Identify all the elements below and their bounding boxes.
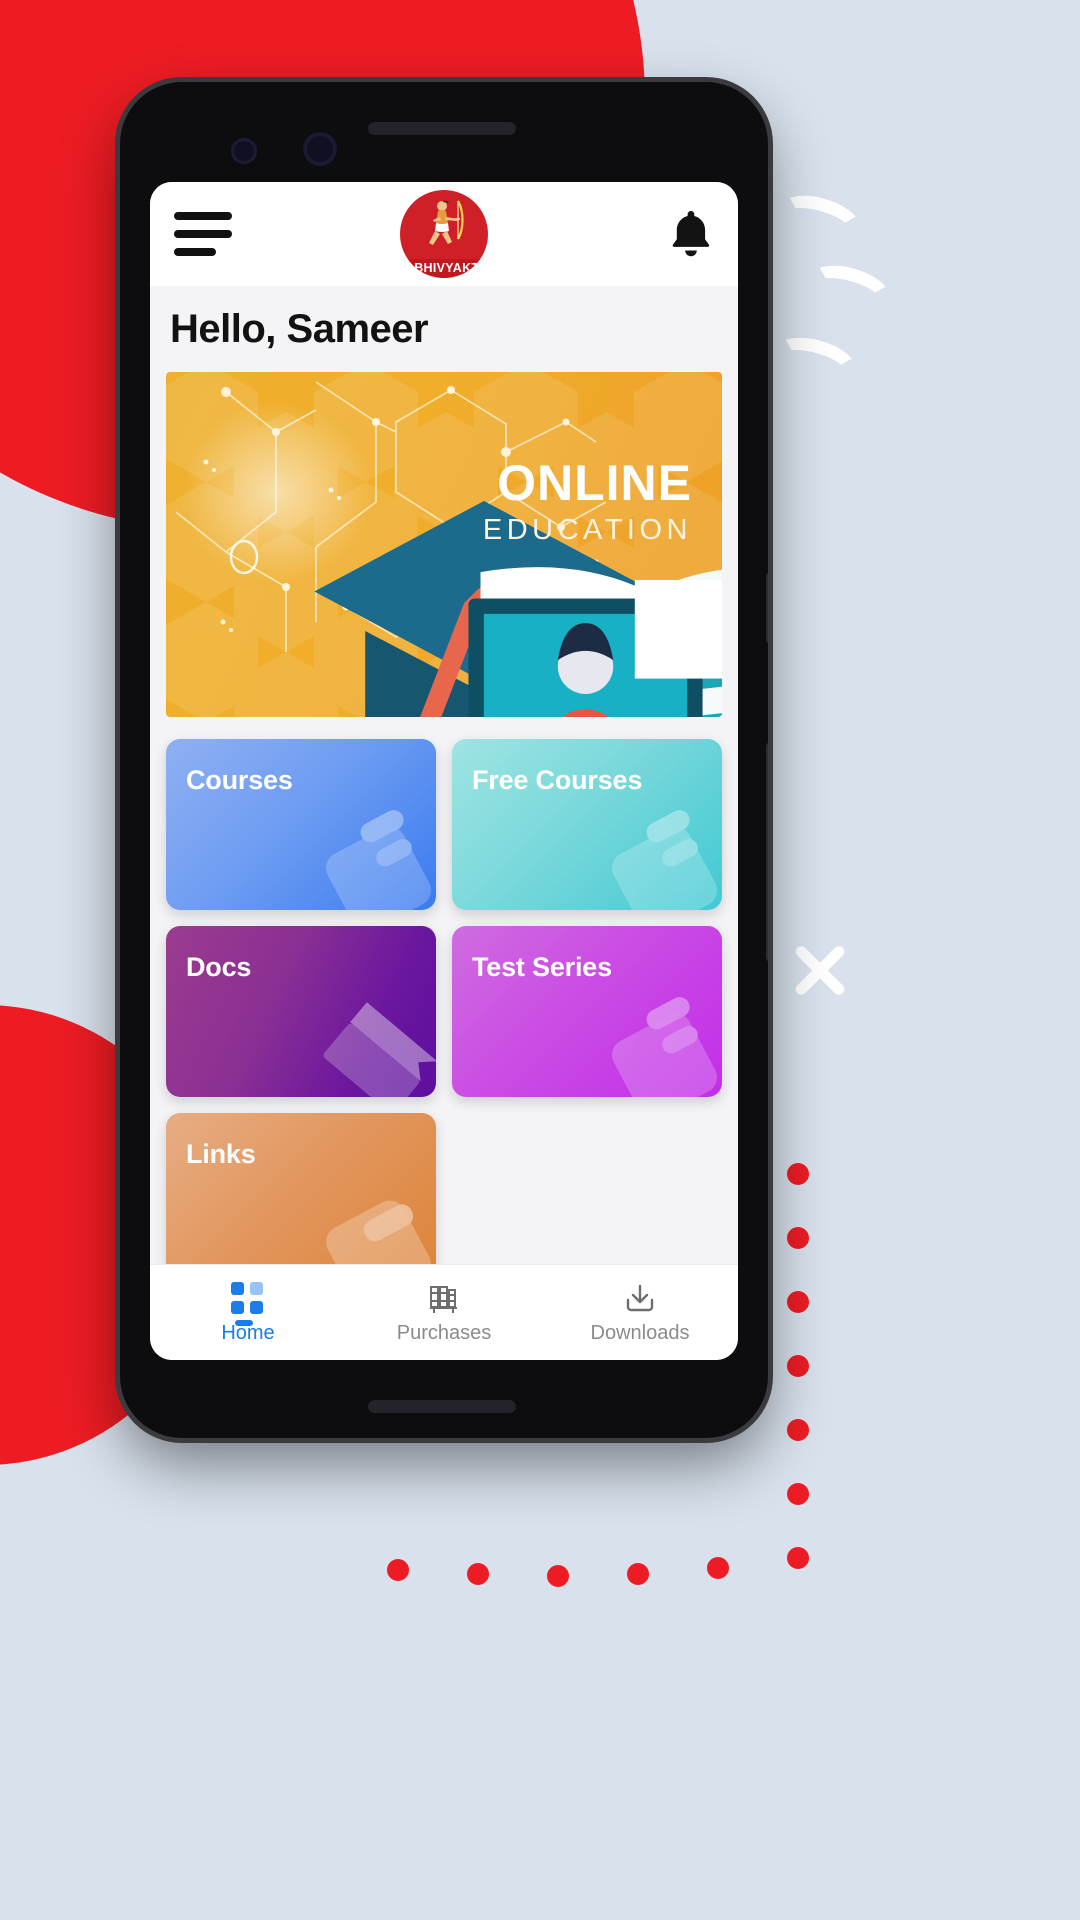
greeting-section: Hello, Sameer	[150, 286, 738, 372]
wave-decoration-1	[771, 186, 867, 254]
front-camera-secondary	[231, 138, 257, 164]
close-x-icon	[788, 938, 852, 1002]
dot-decoration	[787, 1291, 809, 1313]
greeting-text: Hello, Sameer	[170, 306, 429, 351]
phone-device-frame: ABHIVYAKTI Hello, Sameer ONLINE EDUCATIO…	[120, 82, 768, 1438]
dot-decoration	[787, 1483, 809, 1505]
wave-decoration-2	[801, 256, 897, 324]
bell-glyph	[672, 211, 710, 257]
book-card-icon	[591, 980, 722, 1097]
dot-decoration	[787, 1419, 809, 1441]
phone-chin-speaker	[368, 1400, 516, 1413]
banner-subtitle: EDUCATION	[482, 514, 692, 546]
book-card-icon	[305, 793, 436, 910]
download-icon	[622, 1281, 658, 1317]
books-glyph	[430, 1285, 457, 1313]
tile-label: Docs	[186, 952, 252, 982]
dot-decoration	[547, 1565, 569, 1587]
app-screen: ABHIVYAKTI Hello, Sameer ONLINE EDUCATIO…	[150, 182, 738, 1360]
tile-courses[interactable]: Courses	[166, 739, 436, 910]
tile-links[interactable]: Links	[166, 1113, 436, 1264]
dot-decoration	[467, 1563, 489, 1585]
category-grid: Courses Free Courses Docs Test Series Li…	[166, 739, 722, 1264]
dot-decoration	[387, 1559, 409, 1581]
online-education-banner[interactable]: ONLINE EDUCATION	[166, 372, 722, 717]
archer-figure-icon	[429, 200, 464, 245]
nav-label: Purchases	[396, 1321, 492, 1344]
tile-free-courses[interactable]: Free Courses	[452, 739, 722, 910]
dot-decoration	[707, 1557, 729, 1579]
dot-decoration	[627, 1563, 649, 1585]
tile-label: Links	[186, 1139, 256, 1169]
brand-name-label: ABHIVYAKTI	[400, 259, 488, 278]
nav-label: Downloads	[590, 1321, 690, 1344]
hamburger-menu-icon[interactable]	[174, 212, 234, 256]
tile-label: Test Series	[472, 952, 612, 982]
books-icon	[426, 1281, 462, 1317]
tile-test-series[interactable]: Test Series	[452, 926, 722, 1097]
power-button[interactable]	[766, 572, 768, 644]
tile-label: Free Courses	[472, 765, 643, 795]
link-card-icon	[305, 1167, 436, 1264]
earpiece-speaker	[368, 122, 516, 135]
volume-button[interactable]	[766, 742, 768, 962]
wave-decoration-3	[767, 328, 863, 396]
desktop-student-icon	[468, 580, 722, 717]
abhivyakti-logo-icon[interactable]: ABHIVYAKTI	[400, 190, 488, 278]
bookmark-glyph	[323, 1002, 436, 1097]
dot-decoration	[787, 1163, 809, 1185]
app-bar: ABHIVYAKTI	[150, 182, 738, 286]
bookmark-icon	[299, 974, 436, 1097]
bottom-navigation-bar: Home Purchases Downloads	[150, 1264, 738, 1360]
nav-item-downloads[interactable]: Downloads	[542, 1281, 738, 1345]
front-camera-primary	[303, 132, 337, 166]
bell-icon[interactable]	[654, 208, 714, 260]
banner-text-block: ONLINE EDUCATION	[483, 458, 692, 547]
banner-title: ONLINE	[497, 455, 692, 511]
grid-icon	[231, 1281, 265, 1326]
tile-label: Courses	[186, 765, 293, 795]
tile-docs[interactable]: Docs	[166, 926, 436, 1097]
download-glyph	[626, 1284, 654, 1311]
nav-item-home[interactable]: Home	[150, 1281, 346, 1345]
main-content: ONLINE EDUCATION Courses Free Courses Do…	[150, 372, 738, 1264]
dot-decoration	[787, 1547, 809, 1569]
book-card-icon	[591, 793, 722, 910]
dot-decoration	[787, 1227, 809, 1249]
dot-decoration	[787, 1355, 809, 1377]
nav-item-purchases[interactable]: Purchases	[346, 1281, 542, 1345]
